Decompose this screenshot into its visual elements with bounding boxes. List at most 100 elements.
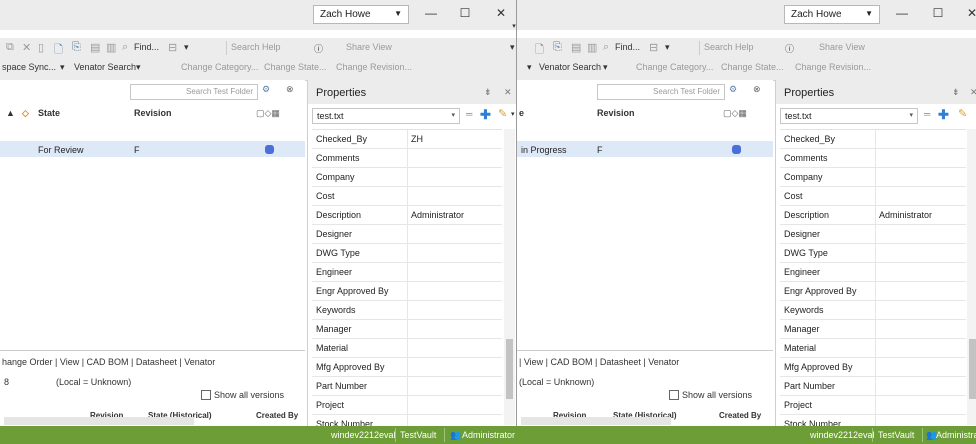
search-help-input[interactable]: Search Help	[699, 41, 771, 55]
pin-icon[interactable]: ⇟	[952, 87, 960, 98]
edit-property-icon[interactable]: ✎	[958, 107, 967, 120]
properties-scrollbar[interactable]	[967, 129, 976, 425]
column-header-revision[interactable]: Revision	[134, 108, 172, 118]
search-options-icon[interactable]: ⚙	[729, 84, 737, 95]
property-row[interactable]: Keywords	[312, 301, 502, 320]
scrollbar-thumb[interactable]	[969, 339, 976, 399]
venator-search-menu[interactable]: Venator Search	[74, 62, 136, 72]
column-header-state[interactable]: e	[519, 108, 524, 118]
property-row[interactable]: Project	[780, 396, 966, 415]
maximize-button[interactable]: ☐	[931, 6, 945, 20]
find-button[interactable]: Find...	[615, 42, 640, 52]
copy-design-icon[interactable]: ⎘	[72, 41, 81, 54]
user-dropdown[interactable]: Zach Howe ▼	[313, 5, 409, 24]
property-row[interactable]: Engr Approved By	[780, 282, 966, 301]
share-view-button[interactable]: Share View	[819, 42, 865, 52]
chevron-down-icon[interactable]: ▾	[665, 42, 670, 53]
file-selector[interactable]: test.txt ▾	[780, 108, 918, 124]
remove-property-icon[interactable]: ═	[466, 109, 472, 119]
toolbar-overflow-icon[interactable]: ▾	[510, 42, 515, 53]
property-value[interactable]: Administrator	[879, 210, 932, 220]
history-scrollbar[interactable]	[521, 417, 671, 425]
search-options-icon[interactable]: ⚙	[262, 84, 270, 95]
column-chooser-icon[interactable]: ▢◇▦	[723, 108, 747, 119]
info-icon[interactable]: ▯	[38, 41, 44, 54]
property-row[interactable]: Mfg Approved By	[780, 358, 966, 377]
property-row[interactable]: Comments	[780, 149, 966, 168]
layout-icon[interactable]: ⊟	[649, 41, 658, 54]
chevron-down-icon[interactable]: ▾	[511, 110, 515, 118]
show-all-versions-checkbox[interactable]	[669, 390, 679, 400]
property-row[interactable]: Part Number	[780, 377, 966, 396]
user-dropdown[interactable]: Zach Howe ▼	[784, 5, 880, 24]
change-revision-button[interactable]: Change Revision...	[795, 62, 871, 72]
chevron-down-icon[interactable]: ▾	[184, 42, 189, 53]
pin-icon[interactable]: ⇟	[484, 87, 492, 98]
dropdown-caret-icon[interactable]: ▾	[136, 62, 141, 73]
property-row[interactable]: Designer	[312, 225, 502, 244]
folder-icon[interactable]: ▥	[587, 41, 597, 54]
change-category-button[interactable]: Change Category...	[181, 62, 258, 72]
remove-property-icon[interactable]: ═	[924, 109, 930, 119]
property-value[interactable]: Administrator	[411, 210, 464, 220]
folder-copy-icon[interactable]: ▤	[571, 41, 581, 54]
folder-copy-icon[interactable]: ▤	[90, 41, 100, 54]
dropdown-caret-icon[interactable]: ▾	[527, 62, 532, 73]
property-value[interactable]: ZH	[411, 134, 423, 144]
search-icon[interactable]: ⌕	[603, 41, 609, 54]
minimize-button[interactable]: —	[424, 6, 438, 20]
search-folder-input[interactable]: Search Test Folder	[597, 84, 725, 100]
change-revision-button[interactable]: Change Revision...	[336, 62, 412, 72]
close-button[interactable]: ✕	[494, 6, 508, 20]
column-chooser-icon[interactable]: ▢◇▦	[256, 108, 280, 119]
property-row[interactable]: Cost	[312, 187, 502, 206]
property-row[interactable]: Engr Approved By	[312, 282, 502, 301]
venator-search-menu[interactable]: Venator Search	[539, 62, 601, 72]
property-row[interactable]: Manager	[780, 320, 966, 339]
clear-search-icon[interactable]: ⊗	[286, 84, 294, 95]
property-row[interactable]: Cost	[780, 187, 966, 206]
property-row[interactable]: Keywords	[780, 301, 966, 320]
add-property-icon[interactable]: ✚	[480, 107, 491, 123]
column-header-state[interactable]: State	[38, 108, 60, 118]
change-state-button[interactable]: Change State...	[264, 62, 327, 72]
share-view-button[interactable]: Share View	[346, 42, 392, 52]
layout-icon[interactable]: ⊟	[168, 41, 177, 54]
file-selector[interactable]: test.txt ▾	[312, 108, 460, 124]
maximize-button[interactable]: ☐	[458, 6, 472, 20]
column-header-revision[interactable]: Revision	[597, 108, 635, 118]
details-tabs[interactable]: hange Order | View | CAD BOM | Datasheet…	[2, 357, 215, 367]
help-icon[interactable]: ⓘ	[314, 42, 323, 55]
property-row[interactable]: Designer	[780, 225, 966, 244]
attach-icon[interactable]: ⧉	[6, 41, 14, 54]
delete-icon[interactable]: ✕	[22, 41, 31, 54]
property-row[interactable]: DWG Type	[780, 244, 966, 263]
property-row[interactable]: Mfg Approved By	[312, 358, 502, 377]
property-row[interactable]: Company	[780, 168, 966, 187]
dropdown-caret-icon[interactable]: ▾	[60, 62, 65, 73]
sort-asc-icon[interactable]: ▲	[6, 108, 15, 118]
property-row[interactable]: Checked_By	[780, 130, 966, 149]
details-tabs[interactable]: | View | CAD BOM | Datasheet | Venator	[519, 357, 679, 367]
history-header-created-by[interactable]: Created By	[256, 411, 298, 420]
property-row[interactable]: Material	[312, 339, 502, 358]
change-state-button[interactable]: Change State...	[721, 62, 784, 72]
add-property-icon[interactable]: ✚	[938, 107, 949, 123]
search-icon[interactable]: ⌕	[122, 41, 128, 54]
property-row[interactable]: Part Number	[312, 377, 502, 396]
edit-property-icon[interactable]: ✎	[498, 107, 507, 120]
history-header-created-by[interactable]: Created By	[719, 411, 761, 420]
close-icon[interactable]: ✕	[970, 87, 976, 98]
property-row[interactable]: Comments	[312, 149, 502, 168]
property-row[interactable]: Checked_By ZH	[312, 130, 502, 149]
change-category-button[interactable]: Change Category...	[636, 62, 713, 72]
property-row[interactable]: Material	[780, 339, 966, 358]
property-row[interactable]: DWG Type	[312, 244, 502, 263]
property-row[interactable]: Engineer	[780, 263, 966, 282]
dropdown-caret-icon[interactable]: ▾	[603, 62, 608, 73]
property-row[interactable]: Manager	[312, 320, 502, 339]
close-icon[interactable]: ✕	[504, 87, 512, 98]
scrollbar-thumb[interactable]	[506, 339, 513, 399]
clear-search-icon[interactable]: ⊗	[753, 84, 761, 95]
property-row[interactable]: Engineer	[312, 263, 502, 282]
